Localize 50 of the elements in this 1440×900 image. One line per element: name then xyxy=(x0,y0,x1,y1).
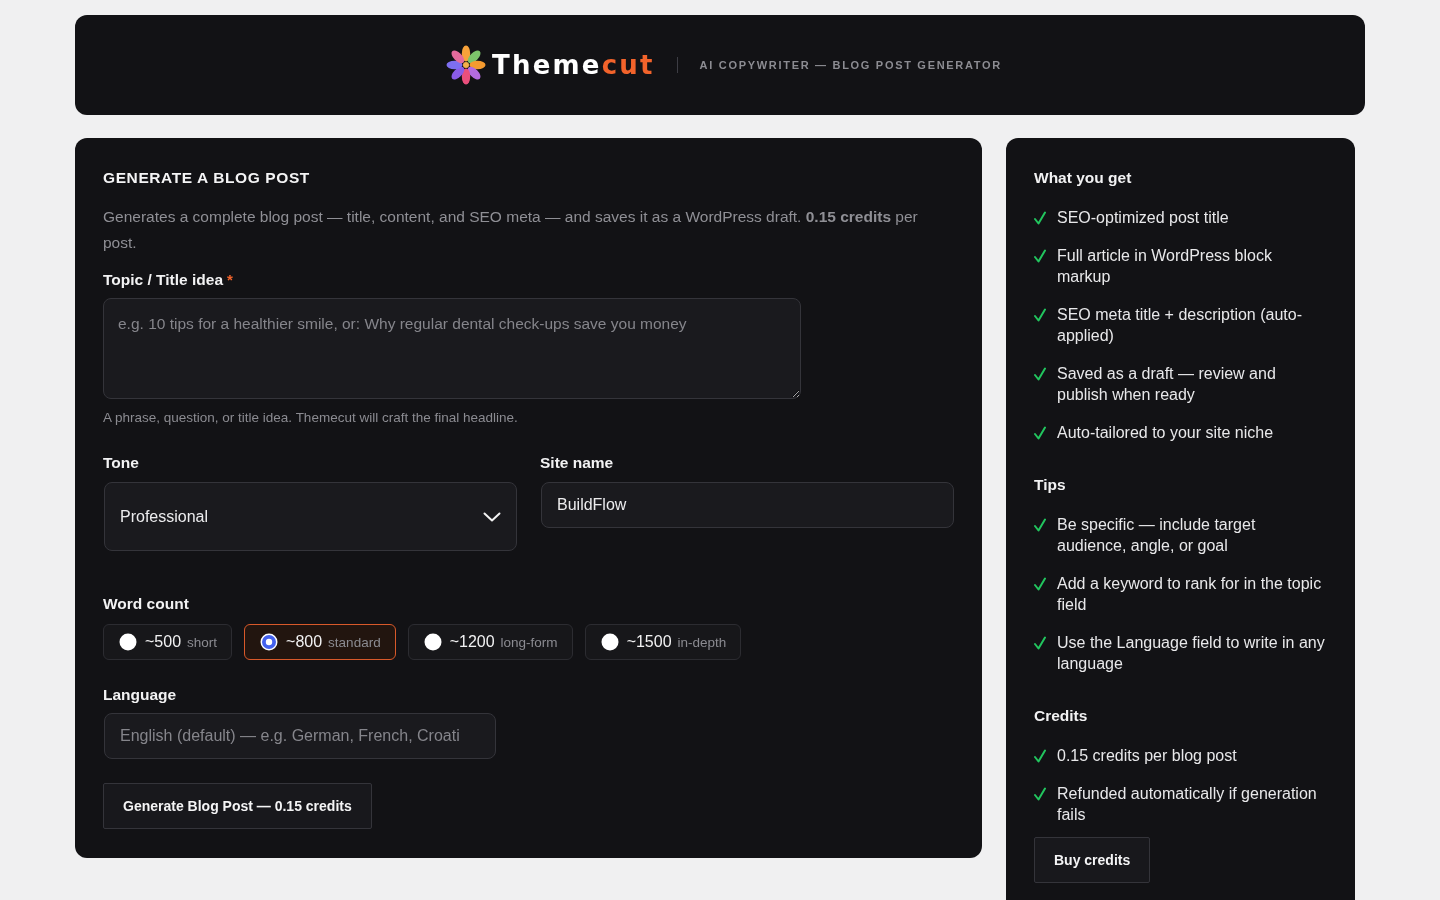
field-label: Site name xyxy=(540,453,615,473)
list-item-text: Be specific — include target audience, angle, or goal xyxy=(1057,515,1257,556)
list-item-text: SEO meta title + description (auto-applied) xyxy=(1057,305,1303,346)
radio-icon xyxy=(260,633,279,651)
logo-wordmark: Themecut xyxy=(492,50,655,80)
list-item-text: SEO-optimized post title xyxy=(1057,208,1229,228)
list-item-text: Auto-tailored to your site niche xyxy=(1057,423,1274,443)
word-count-option[interactable]: ~1200 long-form xyxy=(407,624,573,660)
check-icon xyxy=(1034,426,1046,440)
word-count-option[interactable]: ~1500 in-depth xyxy=(584,624,742,660)
app-subtitle: AI COPYWRITER — BLOG POST GENERATOR xyxy=(699,58,1002,72)
flower-logo-icon xyxy=(446,45,487,85)
check-icon xyxy=(1034,787,1046,801)
check-icon xyxy=(1034,308,1046,322)
radio-icon xyxy=(119,633,137,651)
list-item-text: Refunded automatically if generation fails xyxy=(1057,784,1318,825)
form-title: GENERATE A BLOG POST xyxy=(103,168,310,188)
field-hint: A phrase, question, or title idea. Themecut will craft the final headline. xyxy=(103,409,518,427)
check-icon xyxy=(1034,577,1046,591)
list-item-text: Use the Language field to write in any language xyxy=(1057,633,1326,674)
list-item-text: Full article in WordPress block markup xyxy=(1057,246,1273,287)
generate-button[interactable]: Generate Blog Post — 0.15 credits xyxy=(103,783,372,829)
word-count-option[interactable]: ~800 standard xyxy=(244,624,396,660)
section-heading: Tips xyxy=(1034,475,1067,495)
buy-credits-button[interactable]: Buy credits xyxy=(1034,837,1151,883)
field-label: Tone xyxy=(103,453,140,473)
check-icon xyxy=(1034,518,1046,532)
field-label: Word count xyxy=(103,594,189,614)
field-label: Language xyxy=(103,685,177,705)
check-icon xyxy=(1034,367,1046,381)
radio-icon xyxy=(600,633,619,651)
check-icon xyxy=(1034,636,1046,650)
language-field[interactable]: English (default) — e.g. German, French, Croati xyxy=(104,713,496,759)
check-icon xyxy=(1034,249,1046,263)
field-label: Topic / Title idea xyxy=(103,270,223,290)
radio-icon xyxy=(423,633,442,651)
list-item-text: Add a keyword to rank for in the topic field xyxy=(1057,574,1323,615)
site-name-field[interactable]: BuildFlow xyxy=(541,482,954,528)
tone-select[interactable]: Professional xyxy=(104,482,517,551)
chevron-down-icon xyxy=(483,511,501,522)
form-description: Generates a complete blog post — title, content, and SEO meta — and saves it as a WordPress draft. 0.15 credits per post. xyxy=(103,207,919,253)
required-asterisk: * xyxy=(227,270,233,290)
section-heading: Credits xyxy=(1034,706,1089,726)
list-item-text: Saved as a draft — review and publish when ready xyxy=(1057,364,1277,405)
check-icon xyxy=(1034,211,1046,225)
word-count-option[interactable]: ~500 short xyxy=(103,624,233,660)
list-item-text: 0.15 credits per blog post xyxy=(1057,746,1237,766)
section-heading: What you get xyxy=(1034,168,1133,188)
check-icon xyxy=(1034,749,1046,763)
topic-field[interactable]: e.g. 10 tips for a healthier smile, or: Why regular dental check-ups save you money xyxy=(103,298,801,399)
